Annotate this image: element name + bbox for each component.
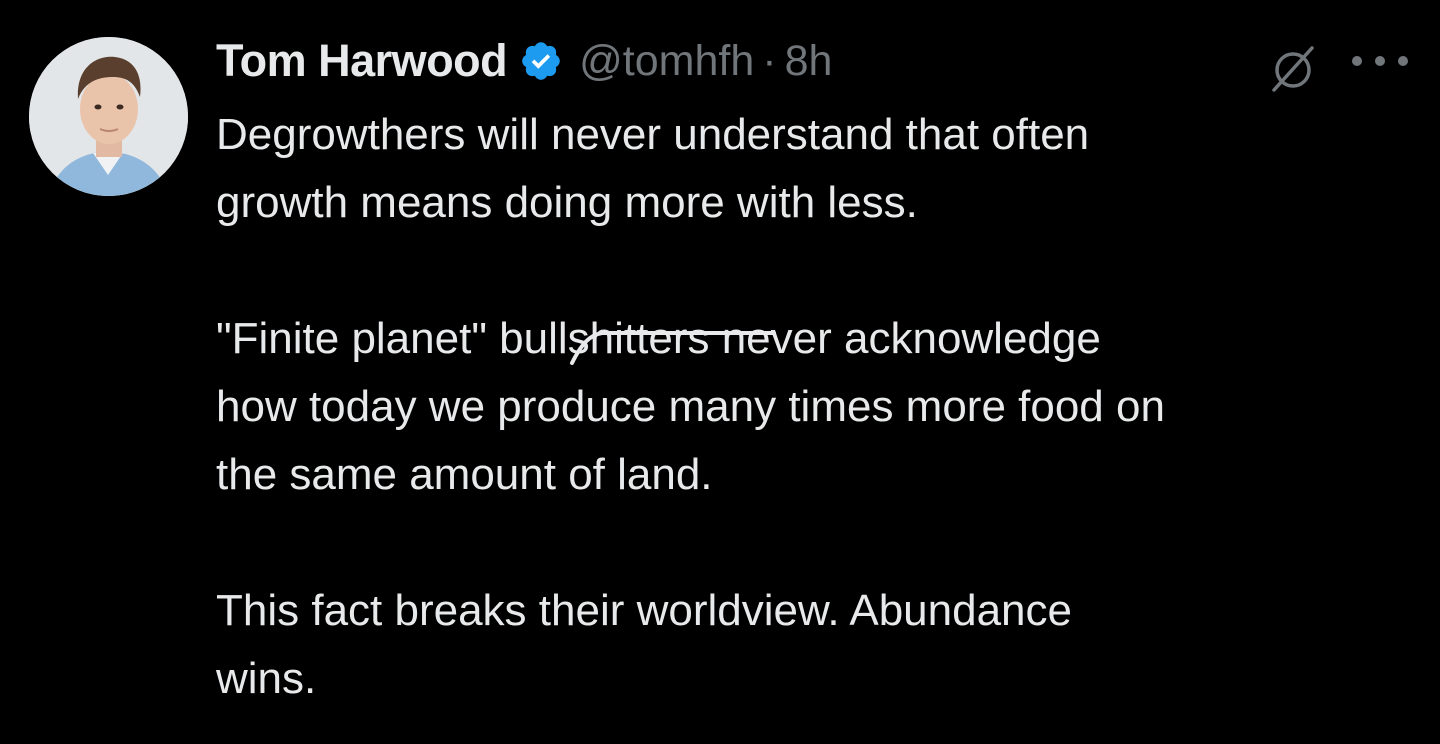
text-line: "Finite planet" bullshitters never ackno…: [216, 305, 1416, 373]
avatar-portrait-icon: [29, 37, 188, 196]
tweet-header: Tom Harwood @tomhfh · 8h: [216, 30, 832, 92]
text-line: the same amount of land.: [216, 450, 713, 499]
text-line: growth means doing more with less.: [216, 178, 918, 227]
tweet: Tom Harwood @tomhfh · 8h Degrowthers wil…: [0, 0, 1440, 744]
text-segment: never acknowledge: [709, 314, 1101, 363]
tweet-text: Degrowthers will never understand that o…: [216, 101, 1416, 713]
more-dots-icon[interactable]: [1352, 44, 1408, 78]
struck-word: shitters: [568, 305, 776, 373]
grok-slash-icon[interactable]: [1262, 40, 1324, 96]
text-segment: "Finite planet" bull: [216, 314, 568, 363]
tweet-paragraph: "Finite planet" bullshitters never ackno…: [216, 305, 1416, 509]
dot-icon: [1352, 56, 1362, 66]
handle[interactable]: @tomhfh: [579, 37, 754, 86]
tweet-paragraph: This fact breaks their worldview. Abunda…: [216, 577, 1416, 713]
avatar[interactable]: [29, 37, 188, 196]
text-line: Degrowthers will never understand that o…: [216, 110, 1090, 159]
text-line: This fact breaks their worldview. Abunda…: [216, 586, 1073, 635]
separator-dot: ·: [762, 36, 777, 85]
timestamp[interactable]: 8h: [785, 37, 833, 86]
dot-icon: [1375, 56, 1385, 66]
dot-icon: [1398, 56, 1408, 66]
tweet-paragraph: Degrowthers will never understand that o…: [216, 101, 1416, 237]
text-line: wins.: [216, 654, 317, 703]
verified-badge-icon[interactable]: [519, 39, 563, 83]
display-name[interactable]: Tom Harwood: [216, 35, 508, 87]
text-line: how today we produce many times more foo…: [216, 382, 1165, 431]
